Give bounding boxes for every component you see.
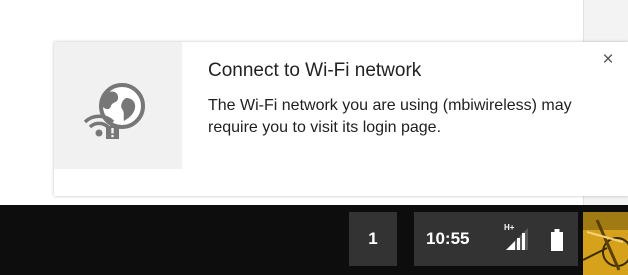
status-tray[interactable]: 10:55 H+ (414, 212, 578, 266)
clock: 10:55 (426, 229, 470, 248)
notification-count-button[interactable]: 1 (349, 212, 397, 266)
battery-icon (551, 229, 563, 251)
cellular-signal-icon: H+ (504, 223, 528, 250)
user-avatar[interactable] (583, 212, 628, 275)
notification-title: Connect to Wi-Fi network (208, 60, 422, 81)
notification-icon-area (54, 42, 182, 169)
close-icon[interactable]: × (598, 50, 618, 70)
wifi-notification[interactable]: Connect to Wi-Fi network The Wi-Fi netwo… (54, 42, 628, 196)
network-type-label: H+ (504, 223, 515, 232)
wifi-globe-warning-icon (83, 83, 145, 139)
notification-message: The Wi-Fi network you are using (mbiwire… (208, 97, 572, 136)
